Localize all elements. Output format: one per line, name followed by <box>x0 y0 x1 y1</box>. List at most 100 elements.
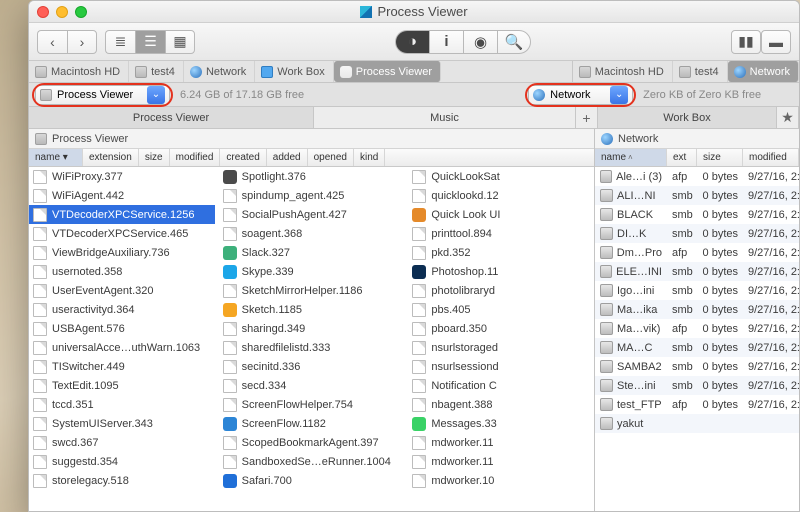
file-row[interactable]: Slack.327 <box>219 243 405 262</box>
network-row[interactable]: ELE…INIsmb0 bytes9/27/16, 2: <box>595 262 799 281</box>
file-row[interactable]: secinitd.336 <box>219 357 405 376</box>
toggle-dark-button[interactable]: ◑ <box>395 30 429 54</box>
column-header[interactable]: opened <box>308 149 354 166</box>
file-row[interactable]: Skype.339 <box>219 262 405 281</box>
nav-forward-button[interactable]: › <box>67 30 97 54</box>
network-row[interactable]: Dm…Proafp0 bytes9/27/16, 2: <box>595 243 799 262</box>
network-row[interactable]: DI…Ksmb0 bytes9/27/16, 2: <box>595 224 799 243</box>
file-row[interactable]: VTDecoderXPCService.465 <box>29 224 215 243</box>
info-button[interactable]: i <box>429 30 463 54</box>
column-header[interactable]: size <box>697 149 743 166</box>
file-row[interactable]: ScreenFlow.1182 <box>219 414 405 433</box>
network-row[interactable]: Igo…inismb0 bytes9/27/16, 2: <box>595 281 799 300</box>
file-row[interactable]: Notification C <box>408 376 594 395</box>
column-header[interactable]: size <box>139 149 170 166</box>
location-dropdown-left[interactable]: Process Viewer ⌄ <box>35 85 170 105</box>
column-header[interactable]: name ˄ <box>595 149 667 166</box>
path-crumb[interactable]: Work Box <box>255 61 333 82</box>
search-binoculars-button[interactable]: 🔍 <box>497 30 531 54</box>
network-row[interactable]: ALI…NIsmb0 bytes9/27/16, 2: <box>595 186 799 205</box>
path-crumb[interactable]: Macintosh HD <box>29 61 129 82</box>
file-row[interactable]: storelegacy.518 <box>29 471 215 490</box>
file-row[interactable]: suggestd.354 <box>29 452 215 471</box>
file-row[interactable]: Photoshop.11 <box>408 262 594 281</box>
network-row[interactable]: Ale…i (3)afp0 bytes9/27/16, 2: <box>595 167 799 186</box>
add-tab-button[interactable]: + <box>576 107 598 128</box>
network-row[interactable]: yakut <box>595 414 799 433</box>
file-row[interactable]: Sketch.1185 <box>219 300 405 319</box>
network-row[interactable]: BLACKsmb0 bytes9/27/16, 2: <box>595 205 799 224</box>
zoom-window-button[interactable] <box>75 6 87 18</box>
path-crumb[interactable]: test4 <box>673 61 728 82</box>
file-row[interactable]: nsurlstoraged <box>408 338 594 357</box>
file-row[interactable]: useractivityd.364 <box>29 300 215 319</box>
network-row[interactable]: Ste…inismb0 bytes9/27/16, 2: <box>595 376 799 395</box>
file-row[interactable]: USBAgent.576 <box>29 319 215 338</box>
file-row[interactable]: quicklookd.12 <box>408 186 594 205</box>
network-row[interactable]: MA…Csmb0 bytes9/27/16, 2: <box>595 338 799 357</box>
file-row[interactable]: mdworker.11 <box>408 433 594 452</box>
left-column-headers[interactable]: name ▾extensionsizemodifiedcreatedaddedo… <box>29 149 594 167</box>
view-columns-button[interactable]: ▦ <box>165 30 195 54</box>
column-header[interactable]: name ▾ <box>29 149 83 166</box>
tab-process-viewer[interactable]: Process Viewer <box>29 107 314 128</box>
file-row[interactable]: TextEdit.1095 <box>29 376 215 395</box>
file-row[interactable]: usernoted.358 <box>29 262 215 281</box>
file-row[interactable]: VTDecoderXPCService.1256 <box>29 205 215 224</box>
file-row[interactable]: Spotlight.376 <box>219 167 405 186</box>
location-dropdown-right[interactable]: Network ⌄ <box>528 85 633 105</box>
file-row[interactable]: SandboxedSe…eRunner.1004 <box>219 452 405 471</box>
path-crumb[interactable]: test4 <box>129 61 184 82</box>
file-row[interactable]: Messages.33 <box>408 414 594 433</box>
path-crumb[interactable]: Network <box>728 61 799 82</box>
file-row[interactable]: secd.334 <box>219 376 405 395</box>
file-row[interactable]: ViewBridgeAuxiliary.736 <box>29 243 215 262</box>
file-row[interactable]: spindump_agent.425 <box>219 186 405 205</box>
column-header[interactable]: extension <box>83 149 139 166</box>
file-row[interactable]: WiFiAgent.442 <box>29 186 215 205</box>
panel-layout-button[interactable]: ▬ <box>761 30 791 54</box>
network-row[interactable]: Ma…vik)afp0 bytes9/27/16, 2: <box>595 319 799 338</box>
file-row[interactable]: soagent.368 <box>219 224 405 243</box>
file-row[interactable]: printtool.894 <box>408 224 594 243</box>
column-header[interactable]: modified <box>170 149 221 166</box>
file-row[interactable]: nsurlsessiond <box>408 357 594 376</box>
column-header[interactable]: modified <box>743 149 799 166</box>
path-crumb[interactable]: Macintosh HD <box>572 61 673 82</box>
path-crumb[interactable]: Network <box>184 61 255 82</box>
file-row[interactable]: pbs.405 <box>408 300 594 319</box>
file-row[interactable]: UserEventAgent.320 <box>29 281 215 300</box>
file-row[interactable]: nbagent.388 <box>408 395 594 414</box>
column-header[interactable]: ext <box>667 149 697 166</box>
file-row[interactable]: swcd.367 <box>29 433 215 452</box>
tab-work-box[interactable]: Work Box <box>598 107 777 128</box>
sidebar-toggle-button[interactable]: ▮▮ <box>731 30 761 54</box>
file-row[interactable]: pkd.352 <box>408 243 594 262</box>
file-row[interactable]: Quick Look UI <box>408 205 594 224</box>
view-icons-button[interactable]: ≣ <box>105 30 135 54</box>
right-column-headers[interactable]: name ˄extsizemodified <box>595 149 799 167</box>
file-row[interactable]: universalAcce…uthWarn.1063 <box>29 338 215 357</box>
network-row[interactable]: SAMBA2smb0 bytes9/27/16, 2: <box>595 357 799 376</box>
path-crumb[interactable]: Process Viewer <box>334 61 441 82</box>
file-row[interactable]: SystemUIServer.343 <box>29 414 215 433</box>
nav-back-button[interactable]: ‹ <box>37 30 67 54</box>
file-row[interactable]: photolibraryd <box>408 281 594 300</box>
file-row[interactable]: mdworker.11 <box>408 452 594 471</box>
file-row[interactable]: Safari.700 <box>219 471 405 490</box>
column-header[interactable]: created <box>220 149 266 166</box>
minimize-window-button[interactable] <box>56 6 68 18</box>
file-row[interactable]: pboard.350 <box>408 319 594 338</box>
column-header[interactable]: kind <box>354 149 385 166</box>
close-window-button[interactable] <box>37 6 49 18</box>
column-header[interactable]: added <box>267 149 308 166</box>
quicklook-button[interactable]: ◉ <box>463 30 497 54</box>
file-row[interactable]: mdworker.10 <box>408 471 594 490</box>
file-row[interactable]: WiFiProxy.377 <box>29 167 215 186</box>
file-row[interactable]: SketchMirrorHelper.1186 <box>219 281 405 300</box>
file-row[interactable]: SocialPushAgent.427 <box>219 205 405 224</box>
network-row[interactable]: Ma…ikasmb0 bytes9/27/16, 2: <box>595 300 799 319</box>
file-row[interactable]: tccd.351 <box>29 395 215 414</box>
file-row[interactable]: ScopedBookmarkAgent.397 <box>219 433 405 452</box>
file-row[interactable]: sharedfilelistd.333 <box>219 338 405 357</box>
